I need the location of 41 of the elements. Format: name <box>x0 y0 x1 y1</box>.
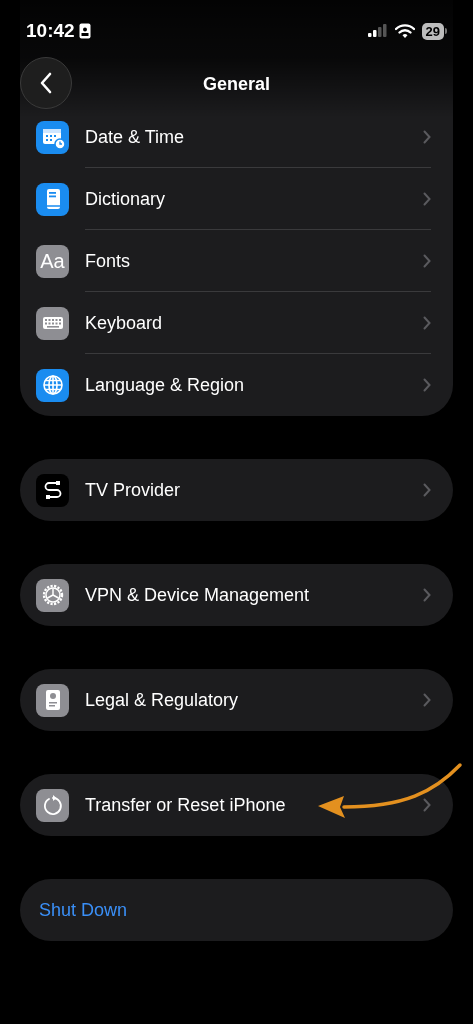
row-label: Dictionary <box>85 187 167 211</box>
chevron-icon <box>423 254 431 268</box>
chevron-icon <box>423 483 431 497</box>
settings-row[interactable]: TV Provider <box>20 459 453 521</box>
row-label: TV Provider <box>85 478 182 502</box>
gear-icon <box>36 578 69 612</box>
chevron-icon <box>423 693 431 707</box>
chevron-icon <box>423 798 431 812</box>
fonts-icon: Aa <box>36 244 69 278</box>
globe-icon <box>36 368 69 402</box>
wifi-icon <box>394 23 415 39</box>
chevron-icon <box>423 192 431 206</box>
calendar-clock-icon <box>36 120 69 154</box>
row-label: Fonts <box>85 249 132 273</box>
page-title: General <box>202 73 270 96</box>
id-card-icon <box>78 23 91 40</box>
document-badge-icon <box>36 683 69 717</box>
settings-row[interactable]: VPN & Device Management <box>20 564 453 626</box>
settings-row[interactable]: Legal & Regulatory <box>20 669 453 731</box>
settings-row[interactable]: Aa Fonts <box>20 230 453 292</box>
chevron-icon <box>423 378 431 392</box>
chevron-icon <box>423 316 431 330</box>
settings-row[interactable]: Keyboard <box>20 292 453 354</box>
clock-time: 10:42 <box>26 19 75 43</box>
row-label: VPN & Device Management <box>85 583 311 607</box>
shut-down-button[interactable]: Shut Down <box>20 879 453 941</box>
back-chevron-icon <box>39 72 53 94</box>
settings-row[interactable]: Dictionary <box>20 168 453 230</box>
row-label: Transfer or Reset iPhone <box>85 793 287 817</box>
keyboard-icon <box>36 306 69 340</box>
settings-row[interactable]: Language & Region <box>20 354 453 416</box>
row-label: Date & Time <box>85 125 186 149</box>
row-label: Language & Region <box>85 373 246 397</box>
settings-row[interactable]: Date & Time <box>20 106 453 168</box>
signal-icon <box>367 24 388 39</box>
chevron-icon <box>423 588 431 602</box>
cable-icon <box>36 473 69 507</box>
book-icon <box>36 182 69 216</box>
chevron-icon <box>423 130 431 144</box>
row-label: Keyboard <box>85 311 164 335</box>
row-label: Legal & Regulatory <box>85 688 240 712</box>
